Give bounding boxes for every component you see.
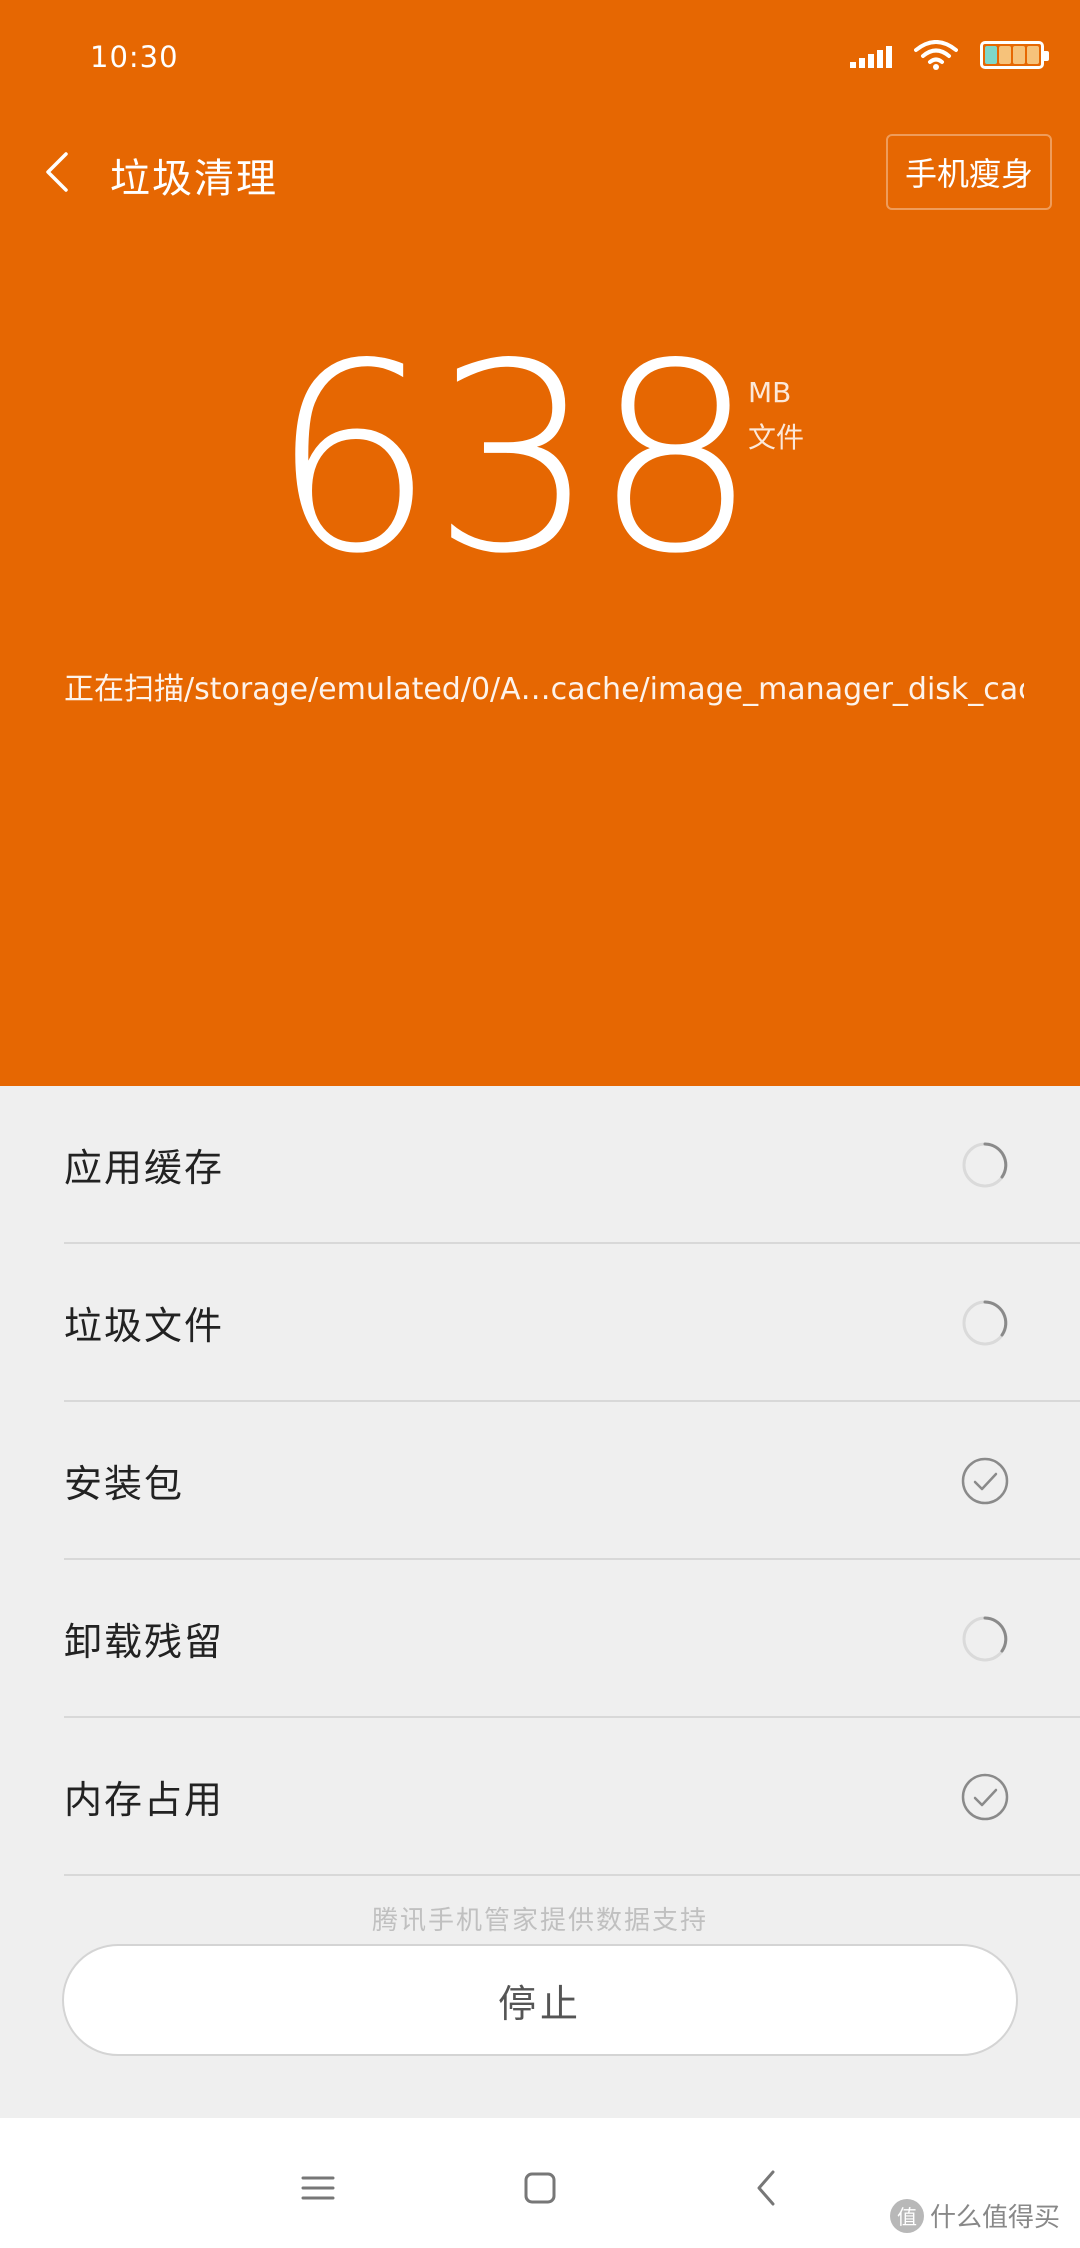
status-icons [850,38,1049,72]
signal-icon [850,42,892,68]
page-title: 垃圾清理 [110,156,278,202]
system-navigation-bar: 值 什么值得买 [0,2118,1080,2248]
loading-spinner-icon [962,1142,1008,1188]
category-label: 安装包 [64,1461,185,1506]
scan-path-text: 正在扫描/storage/emulated/0/A…cache/image_ma… [64,672,1024,707]
category-label: 卸载残留 [64,1619,225,1664]
category-item-junk-files[interactable]: 垃圾文件 [64,1244,1080,1402]
phone-slim-button[interactable]: 手机瘦身 [886,134,1052,210]
loading-spinner-icon [962,1300,1008,1346]
menu-icon [301,2176,335,2200]
size-unit: MB [748,376,792,409]
category-list: 应用缓存 垃圾文件 安装包 卸载残留 内存占用 [0,1086,1080,1876]
nav-menu-button[interactable] [288,2158,348,2218]
back-icon [757,2170,775,2206]
scan-header-panel: 10:30 垃圾清理 手机瘦身 638 MB 文件 正在扫描/storage/e… [0,0,1080,1086]
check-circle-icon [961,1773,1009,1821]
check-circle-icon [961,1457,1009,1505]
junk-size-value: 638 [270,309,758,611]
category-label: 内存占用 [64,1777,225,1822]
status-time: 10:30 [90,40,179,74]
home-icon [524,2172,556,2204]
category-item-app-cache[interactable]: 应用缓存 [64,1086,1080,1244]
watermark-logo-icon: 值 [889,2198,924,2233]
battery-icon [980,41,1049,69]
watermark: 值 什么值得买 [889,2197,1060,2234]
back-arrow-icon[interactable] [40,148,74,196]
category-item-uninstall-residue[interactable]: 卸载残留 [64,1560,1080,1718]
category-label: 垃圾文件 [64,1303,225,1348]
category-label: 应用缓存 [64,1145,225,1190]
category-item-apk-packages[interactable]: 安装包 [64,1402,1080,1560]
nav-home-button[interactable] [510,2158,570,2218]
nav-back-button[interactable] [736,2158,796,2218]
category-item-memory-usage[interactable]: 内存占用 [64,1718,1080,1876]
wifi-icon [914,40,958,70]
stop-button[interactable]: 停止 [62,1944,1018,2056]
data-provider-credit: 腾讯手机管家提供数据支持 [371,1906,708,1936]
watermark-text: 什么值得买 [929,2203,1060,2233]
loading-spinner-icon [962,1616,1008,1662]
size-unit-label: 文件 [748,421,805,454]
